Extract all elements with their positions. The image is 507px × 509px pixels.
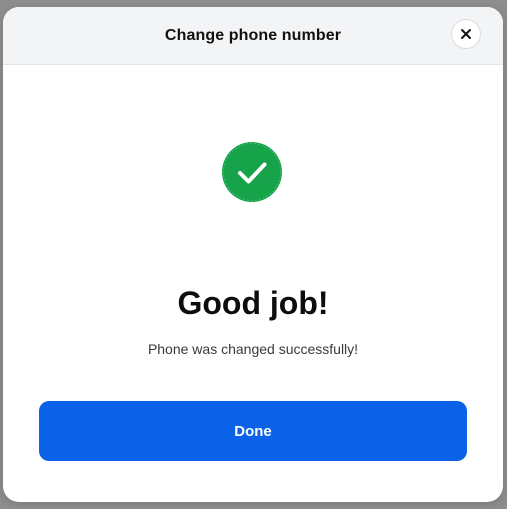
check-circle-icon: [222, 142, 282, 202]
change-phone-dialog: Change phone number Good job! Phone was …: [3, 7, 503, 502]
success-message: Phone was changed successfully!: [147, 341, 359, 357]
dialog-title: Change phone number: [164, 26, 342, 44]
success-headline: Good job!: [177, 285, 329, 321]
dialog-header: Change phone number: [3, 7, 503, 65]
close-button[interactable]: [451, 19, 481, 49]
close-icon: [461, 29, 471, 39]
done-button[interactable]: Done: [39, 401, 467, 461]
